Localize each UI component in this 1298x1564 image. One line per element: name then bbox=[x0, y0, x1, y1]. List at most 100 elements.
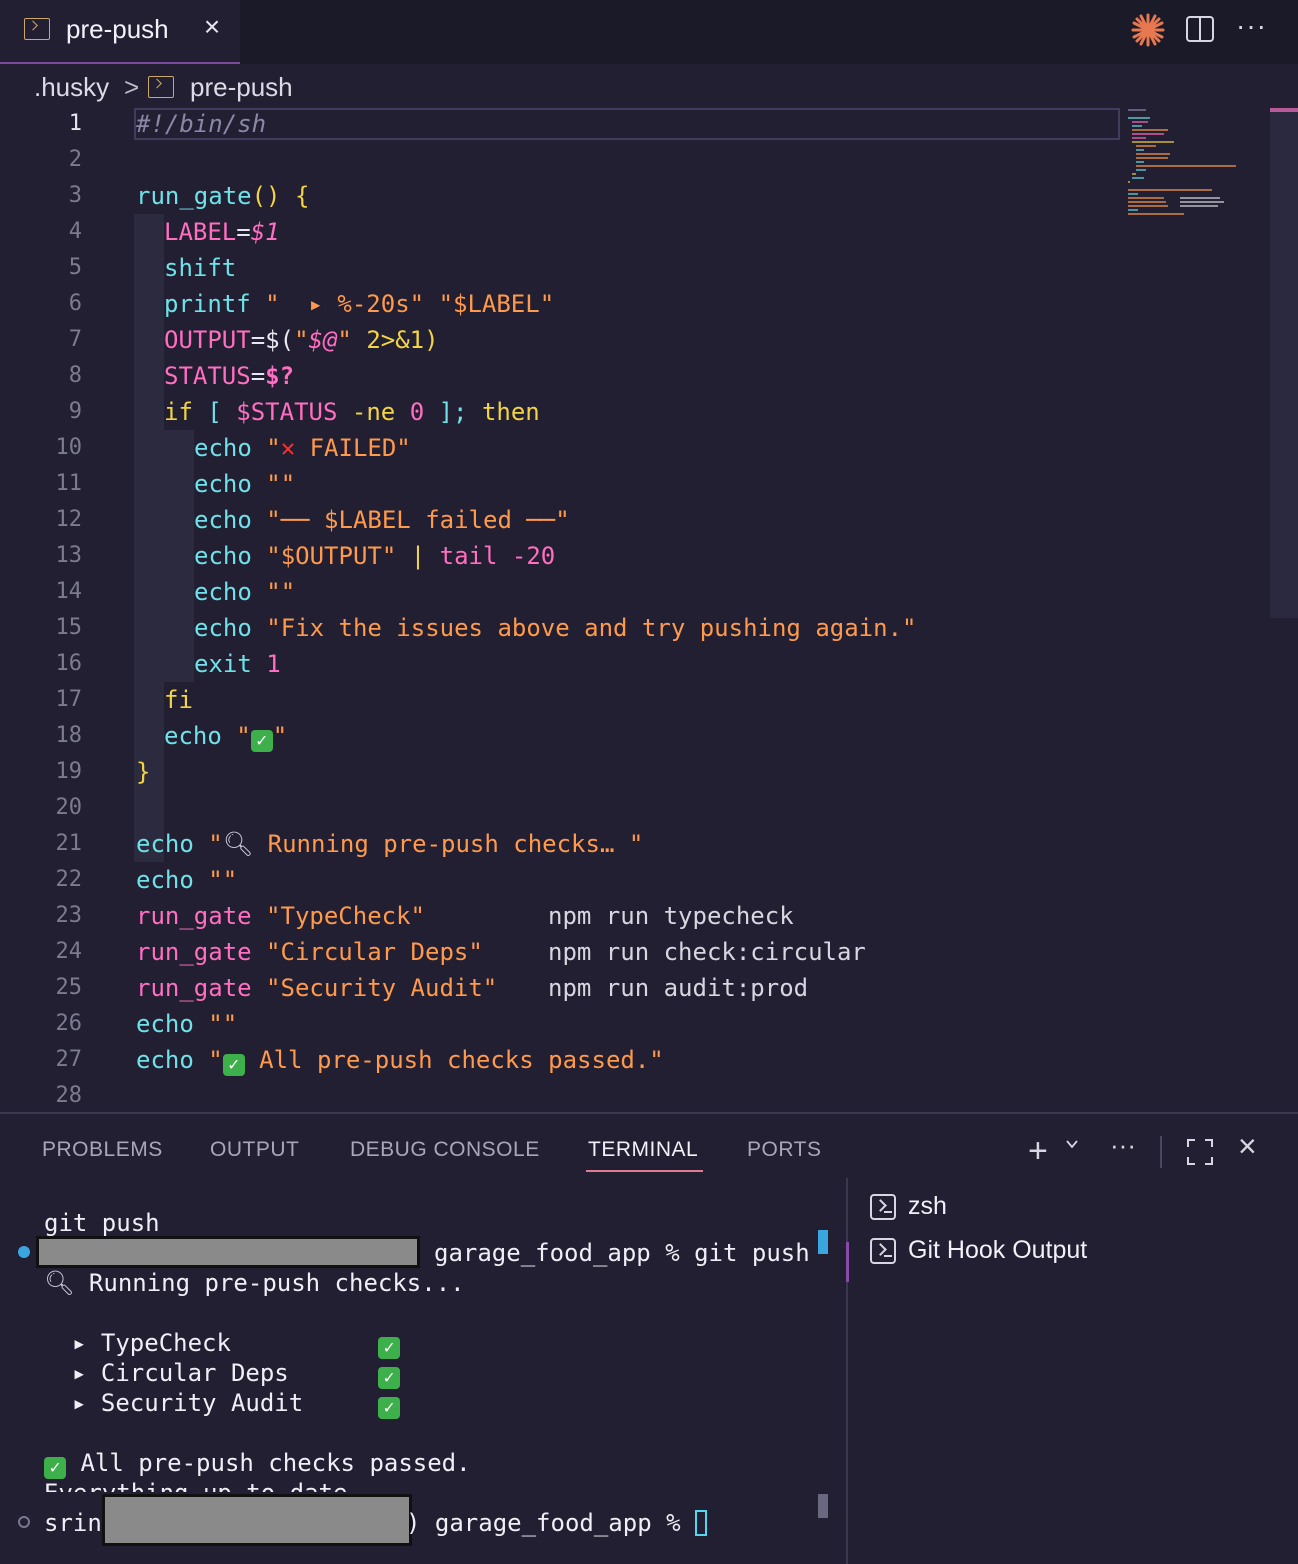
code-text: echo "" bbox=[194, 574, 295, 610]
code-line: 11 echo "" bbox=[0, 466, 1120, 502]
chevron-down-icon[interactable] bbox=[1066, 1138, 1078, 1150]
redacted-prompt bbox=[36, 1236, 420, 1268]
close-panel-icon[interactable]: × bbox=[1238, 1128, 1257, 1165]
more-actions-icon[interactable]: ··· bbox=[1110, 1130, 1136, 1161]
code-line: 13 echo "$OUTPUT" | tail -20 bbox=[0, 538, 1120, 574]
code-line: 7 OUTPUT=$("$@" 2>&1) bbox=[0, 322, 1120, 358]
string: "" bbox=[208, 1010, 238, 1038]
code-text: run_gate() { bbox=[136, 178, 309, 214]
line-number: 28 bbox=[55, 1083, 83, 1108]
check-status: ✓ bbox=[378, 1358, 400, 1389]
tab-title: pre-push bbox=[66, 14, 169, 44]
line-number: 2 bbox=[68, 147, 82, 172]
scroll-marker[interactable] bbox=[818, 1230, 828, 1254]
line-number: 19 bbox=[55, 759, 83, 784]
prompt-text: ) garage_food_app % bbox=[406, 1509, 681, 1537]
tab-problems[interactable]: PROBLEMS bbox=[42, 1138, 163, 1162]
code-text: echo " ✓ All pre-push checks passed." bbox=[136, 1042, 664, 1078]
code-line: 12 echo "── $LABEL failed ──" bbox=[0, 502, 1120, 538]
command: echo bbox=[136, 830, 194, 858]
string: " bbox=[266, 434, 281, 462]
string: "" bbox=[266, 578, 296, 606]
code-text: echo "✕ FAILED" bbox=[194, 430, 411, 466]
line-number: 18 bbox=[55, 723, 83, 748]
string: "$LABEL" bbox=[438, 290, 555, 318]
bracket: [ bbox=[207, 398, 222, 426]
line-number: 15 bbox=[55, 615, 83, 640]
code-text: echo "Fix the issues above and try pushi… bbox=[194, 610, 916, 646]
check-mark-icon: ✓ bbox=[250, 730, 273, 752]
code-text: echo "" bbox=[194, 466, 295, 502]
function-call: run_gate bbox=[136, 974, 252, 1002]
tab-output[interactable]: OUTPUT bbox=[210, 1138, 299, 1162]
editor-tab-bar: pre-push × ··· bbox=[0, 0, 1298, 64]
tab-terminal[interactable]: TERMINAL bbox=[588, 1138, 698, 1162]
line-number: 12 bbox=[55, 507, 83, 532]
line-number: 5 bbox=[68, 255, 82, 280]
passed-text: All pre-push checks passed. bbox=[80, 1449, 471, 1477]
string: "── $LABEL failed ──" bbox=[266, 506, 570, 534]
close-icon[interactable]: × bbox=[200, 12, 224, 42]
claude-spark-icon[interactable] bbox=[1130, 12, 1166, 48]
number: -20 bbox=[511, 542, 556, 570]
check-mark-icon: ✓ bbox=[44, 1457, 66, 1479]
command: echo bbox=[164, 722, 222, 750]
check-mark-icon: ✓ bbox=[378, 1367, 400, 1389]
minimap[interactable] bbox=[1124, 108, 1244, 228]
code-editor[interactable]: 1 #!/bin/sh 2 3 run_gate() { 4 LABEL=$1 … bbox=[0, 106, 1298, 1112]
line-number: 17 bbox=[55, 687, 83, 712]
code-text: OUTPUT=$("$@" 2>&1) bbox=[164, 322, 439, 358]
operator: =$( bbox=[250, 326, 295, 354]
breadcrumb-folder[interactable]: .husky bbox=[34, 72, 109, 103]
redacted-prompt bbox=[102, 1494, 412, 1546]
line-number: 3 bbox=[68, 183, 82, 208]
string: FAILED" bbox=[309, 434, 411, 462]
string: " bbox=[208, 1046, 223, 1074]
code-text: #!/bin/sh bbox=[136, 106, 266, 142]
prompt-status-dot[interactable] bbox=[18, 1516, 30, 1528]
terminal-line: garage_food_app % git push bbox=[434, 1239, 810, 1267]
command-status-dot[interactable] bbox=[18, 1246, 30, 1258]
variable: STATUS bbox=[164, 362, 251, 390]
line-number: 1 bbox=[68, 111, 82, 136]
tab-pre-push[interactable]: pre-push × bbox=[0, 0, 240, 64]
code-line: 6 printf " ▸ %-20s" "$LABEL" bbox=[0, 286, 1120, 322]
line-number: 13 bbox=[55, 543, 83, 568]
terminal-item-zsh[interactable]: zsh bbox=[870, 1190, 1290, 1226]
check-label: ▸ Circular Deps bbox=[72, 1359, 289, 1387]
line-number: 16 bbox=[55, 651, 83, 676]
operator: -ne bbox=[351, 398, 396, 426]
command: echo bbox=[194, 470, 252, 498]
tab-debug-console[interactable]: DEBUG CONSOLE bbox=[350, 1138, 540, 1162]
tab-ports[interactable]: PORTS bbox=[747, 1138, 821, 1162]
string: " bbox=[272, 722, 288, 750]
active-terminal-indicator bbox=[846, 1242, 849, 1282]
code-text: echo "" bbox=[136, 1006, 237, 1042]
code-text: npm run check:circular bbox=[548, 938, 866, 966]
check-mark-icon: ✓ bbox=[378, 1337, 400, 1359]
shebang: #!/bin/sh bbox=[136, 110, 267, 138]
terminal-output[interactable]: git push garage_food_app % git push 🔍︎ R… bbox=[0, 1194, 846, 1564]
split-editor-icon[interactable] bbox=[1186, 16, 1214, 42]
new-terminal-icon[interactable]: + bbox=[1028, 1132, 1048, 1171]
code-text: fi bbox=[164, 686, 193, 714]
minimap-slider[interactable] bbox=[1270, 108, 1298, 618]
code-text: run_gate "Circular Deps" bbox=[136, 934, 483, 970]
string: " bbox=[208, 830, 223, 858]
check-label: ▸ TypeCheck bbox=[72, 1329, 231, 1357]
line-number: 14 bbox=[55, 579, 83, 604]
scroll-marker[interactable] bbox=[818, 1494, 828, 1518]
terminal-item-label: zsh bbox=[908, 1192, 947, 1220]
check-status: ✓ bbox=[378, 1388, 400, 1419]
code-line: 15 echo "Fix the issues above and try pu… bbox=[0, 610, 1120, 646]
code-line: 17 fi bbox=[0, 682, 1120, 718]
line-number: 10 bbox=[55, 435, 83, 460]
breadcrumb-file[interactable]: pre-push bbox=[190, 72, 293, 103]
code-text: npm run typecheck bbox=[548, 902, 794, 930]
terminal-item-git-hook-output[interactable]: Git Hook Output bbox=[870, 1234, 1290, 1270]
maximize-panel-icon[interactable] bbox=[1186, 1138, 1214, 1166]
command: echo bbox=[194, 506, 252, 534]
string: "$OUTPUT" bbox=[266, 542, 397, 570]
more-actions-icon[interactable]: ··· bbox=[1236, 10, 1267, 42]
check-mark-icon: ✓ bbox=[222, 1054, 245, 1076]
